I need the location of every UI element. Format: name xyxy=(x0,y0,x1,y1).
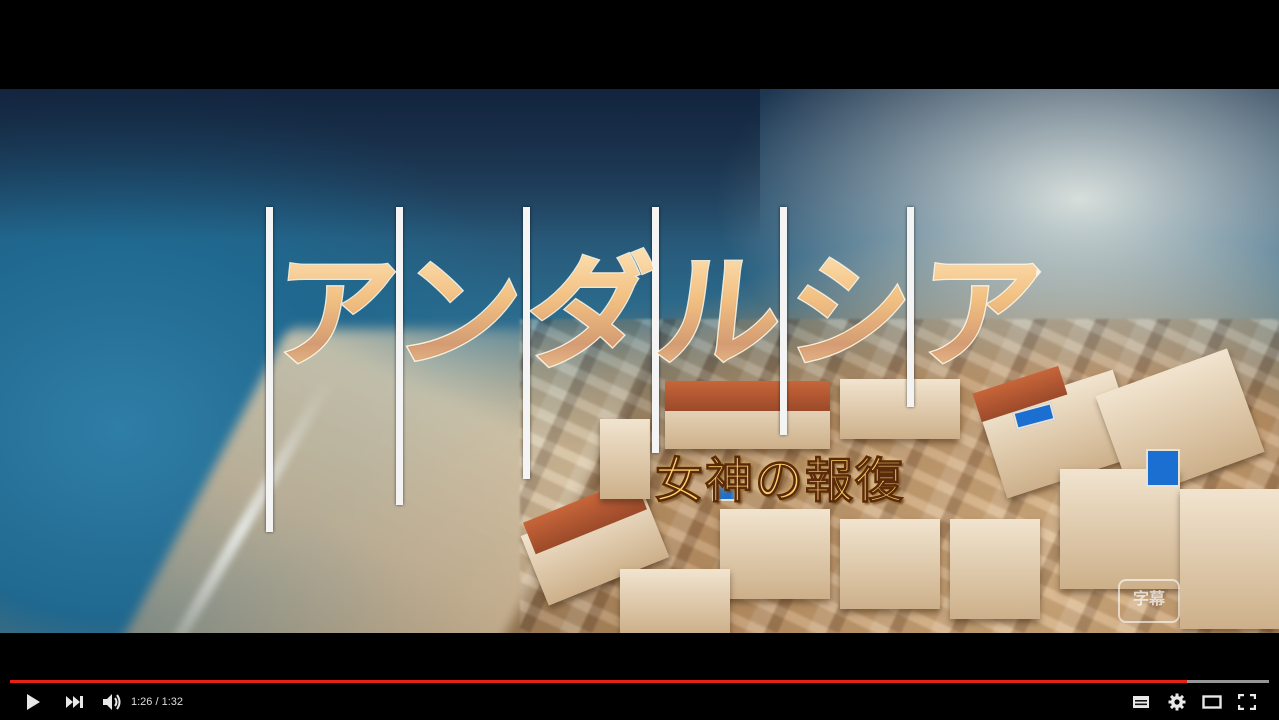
mute-button[interactable] xyxy=(98,684,126,720)
theater-mode-icon xyxy=(1202,695,1222,709)
theater-mode-button[interactable] xyxy=(1199,684,1225,720)
play-icon xyxy=(27,694,40,710)
building xyxy=(1180,489,1279,629)
subtitles-button[interactable] xyxy=(1128,684,1154,720)
progress-played xyxy=(10,680,1188,683)
volume-icon xyxy=(103,694,121,710)
movie-subtitle: 女神の報復 xyxy=(654,453,906,510)
play-button[interactable] xyxy=(18,684,48,720)
building xyxy=(840,519,940,609)
video-player[interactable]: アンダルシア アンダルシア 女神の報復 字幕 xyxy=(0,0,1279,720)
progress-bar[interactable] xyxy=(10,680,1269,683)
next-button[interactable] xyxy=(60,684,90,720)
building xyxy=(720,509,830,599)
time-separator: / xyxy=(152,696,162,708)
channel-watermark: 字幕 xyxy=(1118,579,1180,623)
settings-button[interactable] xyxy=(1164,684,1190,720)
next-icon xyxy=(66,696,83,708)
building xyxy=(950,519,1040,619)
fullscreen-button[interactable] xyxy=(1234,684,1260,720)
building xyxy=(600,419,650,499)
building xyxy=(620,569,730,633)
settings-gear-icon xyxy=(1168,693,1186,711)
sea-area xyxy=(0,89,760,239)
control-bar: 1:26 / 1:32 xyxy=(0,684,1279,720)
time-display: 1:26 / 1:32 xyxy=(131,684,183,720)
current-time: 1:26 xyxy=(131,696,153,708)
fullscreen-icon xyxy=(1238,694,1256,710)
swimming-pool xyxy=(1146,449,1180,487)
subtitles-icon xyxy=(1133,696,1149,708)
video-frame[interactable]: アンダルシア アンダルシア 女神の報復 字幕 xyxy=(0,89,1279,633)
building xyxy=(1060,469,1180,589)
duration: 1:32 xyxy=(161,696,184,708)
movie-title: アンダルシア xyxy=(264,239,1054,389)
